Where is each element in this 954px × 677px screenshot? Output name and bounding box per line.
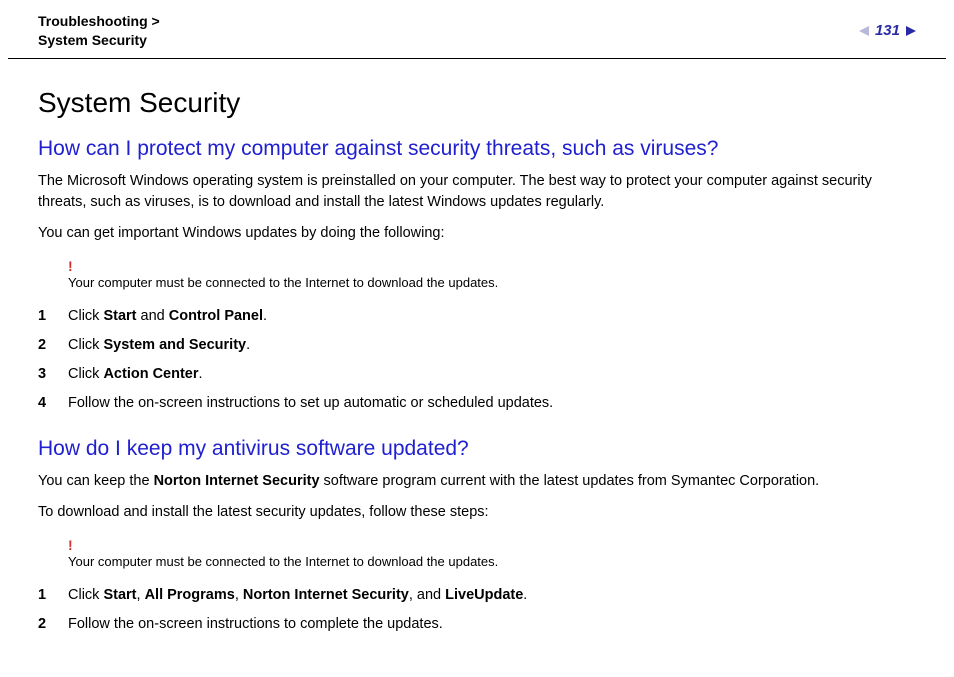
page-title: System Security [38,87,916,119]
page-navigation: 131 [859,12,916,39]
list-item: 1 Click Start and Control Panel. [38,302,916,331]
step-number: 4 [38,392,68,415]
page-content: System Security How can I protect my com… [0,59,954,677]
step-number: 2 [38,334,68,357]
step-text: Follow the on-screen instructions to set… [68,392,916,415]
step-number: 1 [38,305,68,328]
section1-para1: The Microsoft Windows operating system i… [38,171,916,213]
section1-note: ! Your computer must be connected to the… [38,258,916,292]
step-number: 1 [38,584,68,607]
breadcrumb-line2: System Security [38,31,160,50]
section1-para2: You can get important Windows updates by… [38,223,916,244]
section2-steps: 1 Click Start, All Programs, Norton Inte… [38,581,916,639]
list-item: 2 Follow the on-screen instructions to c… [38,610,916,639]
breadcrumb: Troubleshooting > System Security [38,12,160,50]
section2-note-text: Your computer must be connected to the I… [68,554,498,569]
step-number: 3 [38,363,68,386]
list-item: 4 Follow the on-screen instructions to s… [38,389,916,418]
page-header: Troubleshooting > System Security 131 [0,0,954,58]
step-text: Click Action Center. [68,363,916,386]
section1-steps: 1 Click Start and Control Panel. 2 Click… [38,302,916,419]
warning-icon: ! [68,258,916,274]
section1-note-text: Your computer must be connected to the I… [68,275,498,290]
step-text: Click Start and Control Panel. [68,305,916,328]
page-number: 131 [875,22,900,39]
list-item: 2 Click System and Security. [38,331,916,360]
step-text: Click Start, All Programs, Norton Intern… [68,584,916,607]
section2-note: ! Your computer must be connected to the… [38,537,916,571]
step-text: Follow the on-screen instructions to com… [68,613,916,636]
breadcrumb-line1: Troubleshooting > [38,12,160,31]
section2-para2: To download and install the latest secur… [38,502,916,523]
step-number: 2 [38,613,68,636]
warning-icon: ! [68,537,916,553]
section2: How do I keep my antivirus software upda… [38,437,916,639]
list-item: 1 Click Start, All Programs, Norton Inte… [38,581,916,610]
section2-heading: How do I keep my antivirus software upda… [38,437,916,461]
step-text: Click System and Security. [68,334,916,357]
section2-para1: You can keep the Norton Internet Securit… [38,471,916,492]
prev-page-arrow-icon[interactable] [859,26,869,36]
section1-heading: How can I protect my computer against se… [38,137,916,161]
next-page-arrow-icon[interactable] [906,26,916,36]
list-item: 3 Click Action Center. [38,360,916,389]
